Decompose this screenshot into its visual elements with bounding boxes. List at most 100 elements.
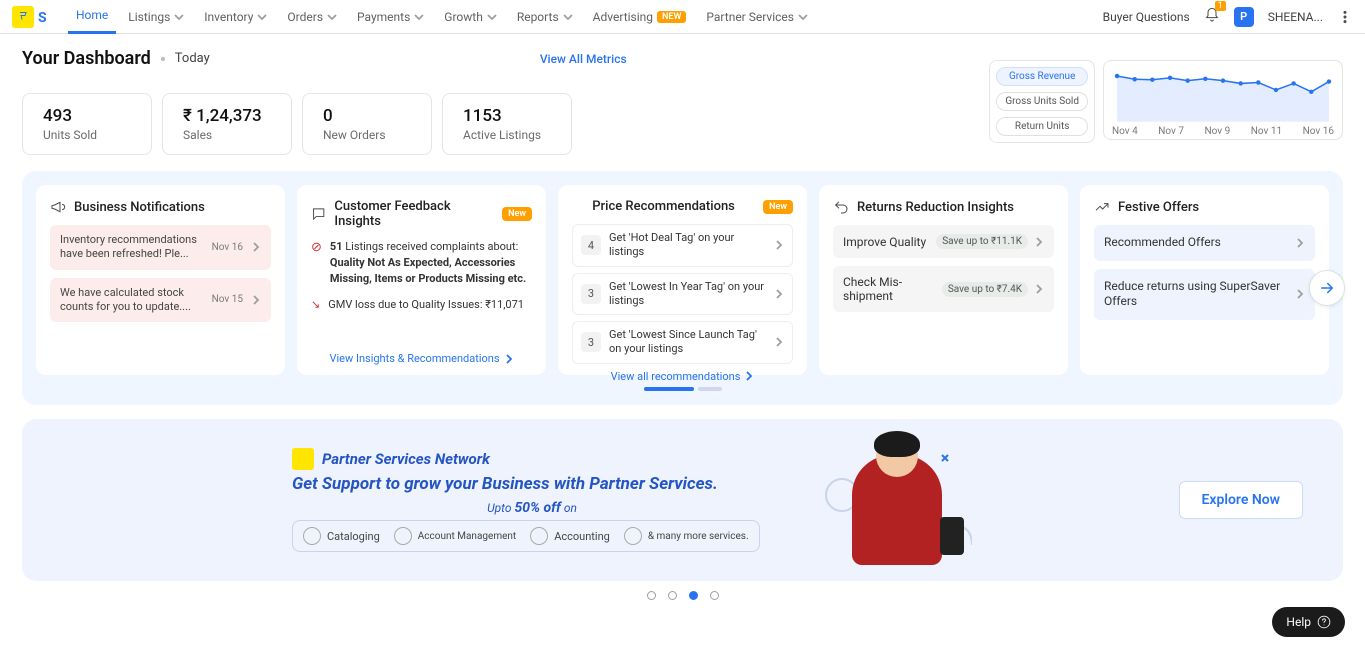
carousel-next-button[interactable] <box>1309 270 1345 306</box>
carousel-dot[interactable] <box>698 387 722 391</box>
nav-partner-services[interactable]: Partner Services <box>698 0 816 34</box>
dashboard-heading: Your Dashboard Today View All Metrics 49… <box>22 48 627 155</box>
card-festive-offers: Festive Offers Recommended Offers Reduce… <box>1080 185 1329 375</box>
feedback-count: 51 <box>330 240 343 253</box>
nav-advertising[interactable]: Advertising NEW <box>585 0 695 34</box>
chevron-right-icon <box>1295 289 1305 299</box>
card-returns-reduction: Returns Reduction Insights Improve Quali… <box>819 185 1068 375</box>
returns-item[interactable]: Improve Quality Save up to ₹11.1K <box>833 225 1054 258</box>
festive-item[interactable]: Recommended Offers <box>1094 225 1315 261</box>
nav-label: Partner Services <box>706 10 794 24</box>
psn-heading: Partner Services Network <box>292 448 772 470</box>
card-title: Price Recommendations <box>572 199 755 214</box>
psn-title: Partner Services Network <box>322 450 490 468</box>
chevron-down-icon <box>174 12 184 22</box>
festive-text: Reduce returns using SuperSaver Offers <box>1104 279 1295 310</box>
psn-chip: Account Management <box>394 527 516 545</box>
nav-label: Advertising <box>593 10 653 24</box>
help-label: Help <box>1286 615 1311 629</box>
price-recommendation-item[interactable]: 3 Get 'Lowest In Year Tag' on your listi… <box>572 273 793 316</box>
stat-active-listings[interactable]: 1153 Active Listings <box>442 93 572 155</box>
chevron-down-icon <box>487 12 497 22</box>
footer-text: View all recommendations <box>611 370 741 383</box>
page-head: Your Dashboard Today View All Metrics 49… <box>22 48 1343 155</box>
page-title: Your Dashboard <box>22 48 151 69</box>
notification-item[interactable]: We have calculated stock counts for you … <box>50 278 271 323</box>
card-title: Business Notifications <box>74 200 205 215</box>
nav-label: Reports <box>517 10 559 24</box>
return-icon <box>833 199 849 215</box>
feedback-gmv-loss: ↘ GMV loss due to Quality Issues: ₹11,07… <box>311 297 532 313</box>
toggle-return-units[interactable]: Return Units <box>996 117 1088 136</box>
chat-icon <box>311 206 326 222</box>
price-recommendation-item[interactable]: 4 Get 'Hot Deal Tag' on your listings <box>572 224 793 267</box>
nav-orders[interactable]: Orders <box>279 0 345 34</box>
notification-text: Inventory recommendations have been refr… <box>60 233 204 262</box>
kebab-menu-icon[interactable] <box>1337 9 1353 25</box>
card-price-recommendations: Price Recommendations New 4 Get 'Hot Dea… <box>558 185 807 375</box>
banner-dot[interactable] <box>689 591 698 600</box>
chevron-right-icon <box>774 337 784 347</box>
view-all-metrics-link[interactable]: View All Metrics <box>540 52 627 66</box>
notification-date: Nov 15 <box>212 294 243 305</box>
card-head: Festive Offers <box>1094 199 1315 215</box>
returns-item[interactable]: Check Mis-shipment Save up to ₹7.4K <box>833 266 1054 312</box>
card-business-notifications: Business Notifications Inventory recomme… <box>36 185 285 375</box>
footer-text: View Insights & Recommendations <box>329 352 499 365</box>
banner-dot[interactable] <box>668 591 677 600</box>
view-all-recommendations-link[interactable]: View all recommendations <box>572 370 793 383</box>
nav-listings[interactable]: Listings <box>120 0 192 34</box>
sparkline-chart[interactable]: Nov 4Nov 7Nov 9Nov 11Nov 16 <box>1103 60 1343 140</box>
trend-down-icon: ↘ <box>311 297 320 313</box>
banner-dot[interactable] <box>710 591 719 600</box>
stat-units-sold[interactable]: 493 Units Sold <box>22 93 152 155</box>
header-right-block: Gross Revenue Gross Units Sold Return Un… <box>989 60 1343 143</box>
carousel-dots <box>36 387 1329 391</box>
chevron-right-icon <box>1034 284 1044 294</box>
chevron-down-icon <box>414 12 424 22</box>
nav-growth[interactable]: Growth <box>436 0 505 34</box>
price-count: 3 <box>581 332 601 352</box>
plan-badge-icon: P <box>1234 7 1254 27</box>
chevron-right-icon <box>744 371 754 381</box>
page: Your Dashboard Today View All Metrics 49… <box>0 34 1365 614</box>
psn-off-pre: Upto <box>487 501 514 515</box>
sparkline-x-labels: Nov 4Nov 7Nov 9Nov 11Nov 16 <box>1112 126 1334 137</box>
festive-item[interactable]: Reduce returns using SuperSaver Offers <box>1094 269 1315 320</box>
notifications-button[interactable]: 1 <box>1204 7 1220 26</box>
help-button[interactable]: Help <box>1272 607 1345 637</box>
nav-inventory[interactable]: Inventory <box>196 0 275 34</box>
buyer-questions-link[interactable]: Buyer Questions <box>1103 10 1190 24</box>
chevron-right-icon <box>774 240 784 250</box>
nav-label: Home <box>76 8 108 22</box>
flipkart-logo-icon <box>12 6 34 28</box>
carousel-dot[interactable] <box>644 387 694 391</box>
toggle-gross-revenue[interactable]: Gross Revenue <box>996 67 1088 86</box>
feedback-text-a: Listings received complaints about: <box>343 240 519 253</box>
chevron-down-icon <box>257 12 267 22</box>
feedback-text: 51 Listings received complaints about: Q… <box>330 239 532 287</box>
stat-new-orders[interactable]: 0 New Orders <box>302 93 432 155</box>
nav-label: Inventory <box>204 10 253 24</box>
view-insights-link[interactable]: View Insights & Recommendations <box>311 352 532 365</box>
save-pill: Save up to ₹11.1K <box>936 234 1028 249</box>
nav-home[interactable]: Home <box>68 0 116 34</box>
cards-row: Business Notifications Inventory recomme… <box>36 185 1329 375</box>
banner-dot[interactable] <box>647 591 656 600</box>
stat-value: 493 <box>43 106 131 126</box>
new-badge: NEW <box>657 11 686 23</box>
toggle-gross-units[interactable]: Gross Units Sold <box>996 92 1088 111</box>
user-name[interactable]: SHEENA... <box>1268 10 1323 24</box>
notification-item[interactable]: Inventory recommendations have been refr… <box>50 225 271 270</box>
price-recommendation-item[interactable]: 3 Get 'Lowest Since Launch Tag' on your … <box>572 321 793 364</box>
banner-illustration <box>822 435 972 565</box>
card-head: Price Recommendations New <box>572 199 793 214</box>
explore-now-button[interactable]: Explore Now <box>1179 481 1304 519</box>
nav-payments[interactable]: Payments <box>349 0 432 34</box>
new-badge: New <box>763 200 793 214</box>
nav-reports[interactable]: Reports <box>509 0 581 34</box>
stat-sales[interactable]: ₹ 1,24,373 Sales <box>162 93 292 155</box>
psn-off-post: on <box>561 501 577 515</box>
stat-label: Active Listings <box>463 128 551 142</box>
today-label: Today <box>175 51 210 66</box>
